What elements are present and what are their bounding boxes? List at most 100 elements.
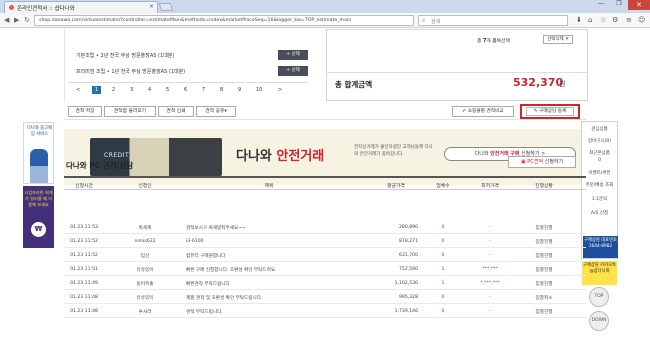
table-row[interactable]: 01.23 11:48 루사라 견적 부탁드립니다. 1,739,146 0 -… (64, 305, 586, 318)
quick-menu-item[interactable]: 이벤트/쿠폰 (582, 170, 617, 176)
table-row[interactable]: 01.23 11:52 nimis622 i3-6100 878,271 0 -… (64, 235, 586, 248)
url-text: shop.danawa.com/virtualestimate/?control… (39, 18, 352, 23)
column-header: 최저가격 (481, 184, 499, 189)
package-text: 기본조립 • 2년 전국 무상 방문출장AS (1대분) (76, 53, 175, 59)
consult-header: 다나와 PC 견적/상담 ▣ PC견적 신청하기 (64, 156, 586, 174)
package-row: 프리미엄 조립 • 1년 전국 무상 방문출장AS (1대분) + 선택 (68, 64, 308, 78)
package-select-button[interactable]: + 선택 (278, 50, 308, 60)
table-row[interactable]: 01.23 11:48 유유있이 제품 견적 및 호환성 확인 부탁드립니다. … (64, 291, 586, 304)
column-header: 진행상황 (535, 184, 553, 189)
column-header: 신청시간 (75, 184, 93, 189)
download-icon[interactable]: ⬇ (576, 16, 582, 24)
consult-register-highlight: ✎ 구매상담 등록 (520, 104, 580, 119)
table-row[interactable]: 01.23 11:52 임선 컴퓨터 구매원합니다 631,700 0 - 입찰… (64, 249, 586, 262)
package-text: 프리미엄 조립 • 1년 전국 무상 방문출장AS (1대분) (76, 69, 186, 75)
table-row[interactable]: 01.23 11:49 둥어목출 빠른견적 부탁드립니다. 1,102,530 … (64, 277, 586, 290)
item-count: 총 7개 품목선택 (477, 39, 510, 44)
divider (64, 28, 65, 102)
quick-menu-item[interactable]: 장바구니(0) (582, 138, 617, 144)
emoji-icon[interactable]: ☺ (638, 16, 645, 24)
url-input[interactable]: shop.danawa.com/virtualestimate/?control… (34, 15, 414, 26)
reload-icon[interactable]: ↻ (24, 16, 30, 24)
compare-shops-button[interactable]: ✔ 쇼핑몰별 견적비교 (452, 106, 514, 117)
tab-title: 온라인견적서 :: 샵다나와 (17, 6, 75, 12)
consult-title: 다나와 PC 견적/상담 (66, 161, 134, 170)
total-label: 총 합계금액 (335, 80, 373, 89)
back-icon[interactable]: ◀ (4, 16, 9, 24)
won-icon: ₩ (31, 222, 46, 237)
page-link[interactable]: 4 (148, 87, 151, 93)
business-accounting-ad[interactable]: 사업자라면 회계가 일러줄 때 이용해 보세요 ₩ (23, 186, 54, 248)
right-quick-menu: 관심상품 장바구니(0) 최근본상품 0 이벤트/쿠폰 주문/배송 조회 1:1… (581, 121, 618, 339)
table-row[interactable]: 01.23 11:53 박세계 견적보시구 싸게맞춰주세요~~ 280,890 … (64, 221, 586, 234)
estimate-toolbar: 견적 저장 견적함 불러오기 견적 인쇄 견적 공유▾ ✔ 쇼핑몰별 견적비교 … (64, 104, 586, 120)
bookmark-icon[interactable]: ☆ (600, 16, 606, 24)
page-link[interactable]: 2 (112, 87, 115, 93)
quick-menu-item[interactable]: 관심상품 (582, 126, 617, 132)
person-illustration (30, 149, 48, 183)
column-header: 평균가격 (387, 184, 405, 189)
consult-register-button[interactable]: ✎ 구매상담 등록 (526, 107, 574, 116)
check-icon: ✔ (462, 109, 467, 114)
left-ad-column: 다나와 중고매입 서비스 사업자라면 회계가 일러줄 때 이용해 보세요 ₩ (23, 122, 54, 272)
new-tab-button[interactable] (158, 3, 174, 11)
pc-estimate-apply-button[interactable]: ▣ PC견적 신청하기 (508, 156, 576, 168)
search-icon: ⌕ (422, 17, 426, 24)
browser-tab-bar: 온라인견적서 :: 샵다나와 × — ❐ ✕ (0, 0, 650, 13)
scroll-top-button[interactable]: TOP (589, 287, 609, 307)
browser-search-input[interactable]: ⌕ 검색 (418, 15, 568, 26)
table-row[interactable]: 01.23 11:51 유유있이 빠른 구매 신청합니다. 호환성 확인 부탁드… (64, 263, 586, 276)
home-icon[interactable]: ⌂ (588, 16, 592, 24)
page-link[interactable]: 9 (238, 87, 241, 93)
table-header: 신청시간 신청인 제목 평균가격 업체수 최저가격 진행상황 (64, 176, 586, 190)
column-header: 신청인 (138, 184, 152, 189)
total-value: 532,370 (513, 76, 564, 89)
consult-table: 신청시간 신청인 제목 평균가격 업체수 최저가격 진행상황 01.23 11:… (64, 176, 586, 344)
page-next[interactable]: > (278, 87, 282, 93)
window-maximize-button[interactable]: ❐ (610, 0, 628, 10)
column-header: 제목 (264, 184, 274, 189)
divider (327, 72, 587, 73)
menu-icon[interactable]: ≡ (626, 16, 632, 24)
pencil-icon: ✎ (533, 109, 538, 114)
kakao-consult-ad[interactable]: 구매상담 카카오톡 @샵다나와 (582, 261, 617, 285)
page-link[interactable]: 3 (130, 87, 133, 93)
share-estimate-button[interactable]: 견적 공유▾ (196, 106, 236, 117)
used-purchase-ad[interactable]: 다나와 중고매입 서비스 (23, 122, 54, 184)
window-minimize-button[interactable]: — (592, 0, 610, 10)
page-link[interactable]: 8 (220, 87, 223, 93)
page-link[interactable]: 7 (202, 87, 205, 93)
scroll-down-button[interactable]: DOWN (589, 311, 609, 331)
search-placeholder: 검색 (431, 19, 441, 25)
save-estimate-button[interactable]: 견적 저장 (68, 106, 102, 117)
page-link[interactable]: 5 (166, 87, 169, 93)
consult-phone-ad[interactable]: 구매상담 대표번호 1644-8982 (583, 236, 618, 258)
column-header: 업체수 (436, 184, 450, 189)
settings-icon[interactable]: ⚙ (612, 16, 618, 24)
quick-menu-item[interactable]: 최근본상품 (582, 150, 617, 156)
quick-menu-item[interactable]: A/S 신청 (582, 210, 617, 216)
address-bar: ◀ ▶ ↻ shop.danawa.com/virtualestimate/?c… (0, 13, 650, 28)
quick-menu-item[interactable]: 주문/배송 조회 (582, 182, 617, 188)
page-prev[interactable]: < (76, 87, 80, 93)
pagination: < 1 2 3 4 5 6 7 8 9 10 > (68, 82, 308, 96)
total-unit: 원 (559, 80, 566, 88)
quick-menu-item[interactable]: 1:1문의 (582, 196, 617, 202)
favicon-icon (9, 5, 14, 10)
estimate-summary: 총 7개 품목선택 선택삭제 ✕ 총 합계금액 532,370 원 (326, 29, 588, 101)
package-select-button[interactable]: + 선택 (278, 66, 308, 76)
forward-icon[interactable]: ▶ (14, 16, 19, 24)
print-estimate-button[interactable]: 견적 인쇄 (158, 106, 194, 117)
monitor-icon: ▣ (520, 159, 526, 165)
page-link[interactable]: 10 (256, 87, 262, 93)
quick-menu-box: 관심상품 장바구니(0) 최근본상품 0 이벤트/쿠폰 주문/배송 조회 1:1… (581, 121, 618, 259)
page-link[interactable]: 6 (184, 87, 187, 93)
page-link[interactable]: 1 (92, 86, 102, 94)
window-close-button[interactable]: ✕ (628, 0, 650, 10)
package-row: 기본조립 • 2년 전국 무상 방문출장AS (1대분) + 선택 (68, 48, 308, 62)
tab-close-icon[interactable]: × (149, 3, 154, 10)
quick-menu-count: 0 (598, 158, 601, 163)
browser-tab[interactable]: 온라인견적서 :: 샵다나와 × (4, 1, 158, 13)
load-estimate-button[interactable]: 견적함 불러오기 (104, 106, 156, 117)
select-delete-button[interactable]: 선택삭제 ✕ (543, 35, 573, 44)
